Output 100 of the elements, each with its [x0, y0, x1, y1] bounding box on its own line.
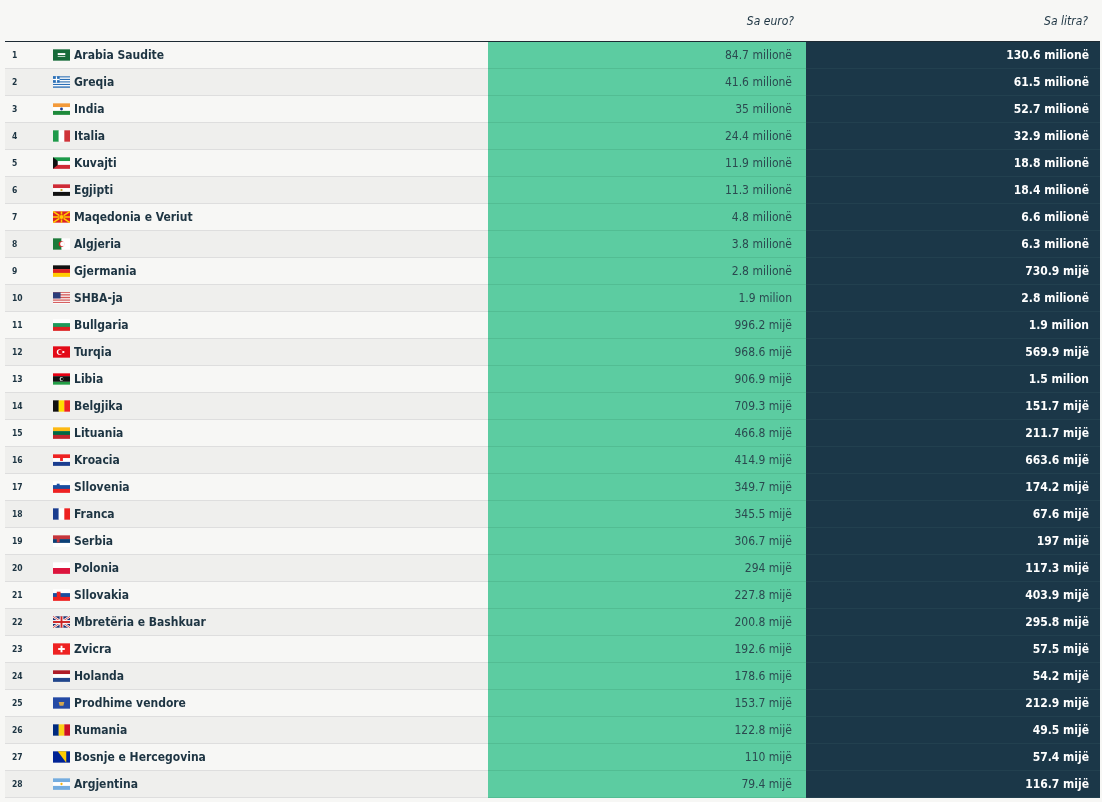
rank-number: 23 [12, 644, 23, 654]
table-cell: 18.4 milionë [1013, 183, 1089, 197]
country-name: Polonia [74, 561, 120, 575]
flag-icon [53, 643, 70, 655]
country-name: Bullgaria [74, 318, 129, 332]
country-name: Holanda [74, 669, 125, 683]
country-name: Maqedonia e Veriut [74, 210, 193, 224]
rank-number: 27 [12, 752, 23, 762]
flag-icon [53, 508, 70, 520]
flag-icon [53, 589, 70, 601]
flag-icon [53, 697, 70, 709]
country-name: Greqia [74, 75, 115, 89]
flag-icon [53, 535, 70, 547]
flag-icon [53, 454, 70, 466]
table-cell: 663.6 mijë [1025, 453, 1089, 467]
table-cell: 295.8 mijë [1025, 615, 1089, 629]
rank-number: 7 [12, 212, 18, 222]
table-cell: 1.9 milion [1028, 318, 1089, 332]
rank-number: 26 [12, 725, 23, 735]
rank-number: 12 [12, 347, 23, 357]
rank-number: 2 [12, 77, 18, 87]
flag-icon [53, 427, 70, 439]
table-cell: 52.7 milionë [1013, 102, 1089, 116]
country-name: Arabia Saudite [74, 48, 165, 62]
column-header: Sa litra? [1044, 13, 1088, 28]
rank-number: 17 [12, 482, 23, 492]
table-cell: 192.6 mijë [734, 642, 792, 656]
table-cell: 11.9 milionë [724, 156, 792, 170]
table-cell: 6.3 milionë [1021, 237, 1089, 251]
flag-icon [53, 562, 70, 574]
rank-number: 6 [12, 185, 18, 195]
table-cell: 18.8 milionë [1013, 156, 1089, 170]
table-cell: 130.6 milionë [1006, 48, 1089, 62]
country-name: Algjeria [74, 237, 122, 251]
table-cell: 57.5 mijë [1032, 642, 1089, 656]
table-cell: 730.9 mijë [1025, 264, 1089, 278]
table-cell: 212.9 mijë [1025, 696, 1089, 710]
table-cell: 174.2 mijë [1025, 480, 1089, 494]
flag-icon [53, 292, 70, 304]
country-name: Prodhime vendore [74, 696, 186, 710]
rank-number: 9 [12, 266, 18, 276]
table-cell: 24.4 milionë [724, 129, 792, 143]
table-cell: 3.8 milionë [731, 237, 792, 251]
rank-number: 20 [12, 563, 23, 573]
table-cell: 2.8 milionë [731, 264, 792, 278]
table-cell: 49.5 mijë [1032, 723, 1089, 737]
flag-icon [53, 751, 70, 763]
rank-number: 14 [12, 401, 23, 411]
country-name: Bosnje e Hercegovina [74, 750, 206, 764]
rank-number: 1 [12, 50, 18, 60]
table-cell: 709.3 mijë [734, 399, 792, 413]
country-name: Kuvajti [74, 156, 117, 170]
table-cell: 54.2 mijë [1032, 669, 1089, 683]
table-cell: 1.5 milion [1028, 372, 1089, 386]
table-cell: 32.9 milionë [1013, 129, 1089, 143]
rank-number: 4 [12, 131, 18, 141]
table-cell: 35 milionë [735, 102, 792, 116]
rank-number: 8 [12, 239, 18, 249]
table-cell: 4.8 milionë [731, 210, 792, 224]
table-cell: 61.5 milionë [1013, 75, 1089, 89]
table-cell: 2.8 milionë [1021, 291, 1089, 305]
country-name: Egjipti [74, 183, 114, 197]
rank-number: 3 [12, 104, 18, 114]
table-cell: 11.3 milionë [724, 183, 792, 197]
table-cell: 67.6 mijë [1032, 507, 1089, 521]
table-cell: 57.4 mijë [1032, 750, 1089, 764]
flag-icon [53, 346, 70, 358]
country-name: Libia [74, 372, 104, 386]
country-name: Franca [74, 507, 115, 521]
table-cell: 906.9 mijë [734, 372, 792, 386]
rank-number: 21 [12, 590, 23, 600]
flag-icon [53, 670, 70, 682]
country-name: SHBA-ja [74, 291, 123, 305]
rank-number: 24 [12, 671, 23, 681]
flag-icon [53, 130, 70, 142]
table-cell: 466.8 mijë [734, 426, 792, 440]
rank-number: 10 [12, 293, 23, 303]
table-cell: 151.7 mijë [1025, 399, 1089, 413]
rank-number: 19 [12, 536, 23, 546]
flag-icon [53, 319, 70, 331]
table-cell: 996.2 mijë [734, 318, 792, 332]
country-name: Argjentina [74, 777, 138, 791]
flag-icon [53, 373, 70, 385]
table-cell: 84.7 milionë [724, 48, 792, 62]
table-cell: 306.7 mijë [734, 534, 792, 548]
table-cell: 227.8 mijë [734, 588, 792, 602]
table-cell: 349.7 mijë [734, 480, 792, 494]
flag-icon [53, 238, 70, 250]
rank-number: 16 [12, 455, 23, 465]
country-name: Rumania [74, 723, 128, 737]
country-name: Serbia [74, 534, 114, 548]
rank-number: 15 [12, 428, 23, 438]
column-header: Sa euro? [746, 13, 794, 28]
country-name: Sllovenia [74, 480, 130, 494]
rank-number: 25 [12, 698, 23, 708]
country-name: Turqia [74, 345, 112, 359]
flag-icon [53, 157, 70, 169]
country-name: Zvicra [74, 642, 112, 656]
table-cell: 211.7 mijë [1025, 426, 1089, 440]
flag-icon [53, 103, 70, 115]
